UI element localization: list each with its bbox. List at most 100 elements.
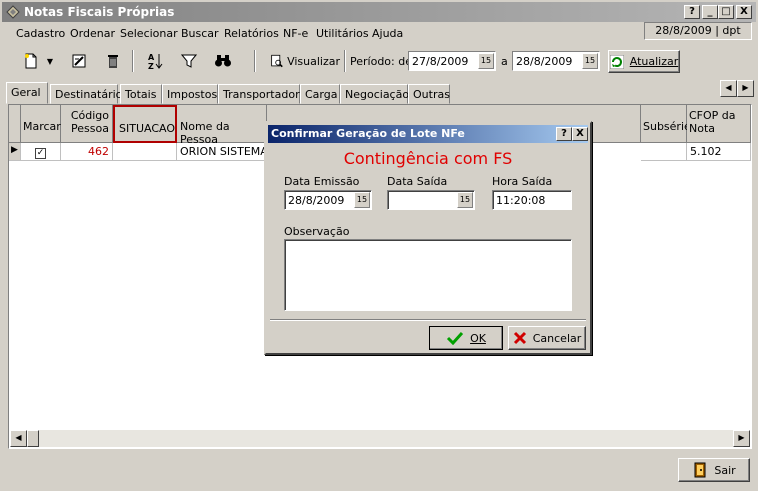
refresh-icon [609,54,624,69]
date-from-value: 27/8/2009 [412,55,469,68]
cancelar-label: Cancelar [532,331,582,345]
header-subserie[interactable]: Subsérie [641,105,691,143]
header-cfop[interactable]: CFOP da Nota [687,105,751,143]
menubar: Cadastro Ordenar Selecionar Buscar Relat… [2,24,756,44]
dialog-title: Confirmar Geração de Lote NFe [271,127,465,140]
tab-outras[interactable]: Outras [408,84,450,104]
exit-door-icon [694,462,706,478]
table-cell-nome[interactable]: ORION SISTEMAS [177,143,267,161]
horizontal-scrollbar[interactable]: ◀ ▶ [10,430,750,447]
sair-label: Sair [714,463,736,477]
row-checkbox[interactable]: ✓ [35,148,46,159]
new-dropdown-icon[interactable]: ▼ [44,50,56,72]
header-codigo-line1: Código [70,109,109,122]
table-cell-subserie[interactable] [641,143,687,161]
toolbar: ▼ AZ Visualizar Período: de 27/8/2009 15… [2,46,756,76]
tab-geral[interactable]: Geral [6,82,48,104]
data-emissao-label: Data Emissão [284,175,360,188]
tab-negociacao[interactable]: Negociação [340,84,409,104]
window-title: Notas Fiscais Próprias [24,5,175,19]
row-pointer-icon: ▶ [9,143,21,161]
visualizar-button[interactable]: Visualizar [270,50,340,72]
hora-saida-label: Hora Saída [492,175,553,188]
menu-utilitarios[interactable]: Utilitários [316,27,369,40]
data-emissao-value: 28/8/2009 [288,194,345,207]
observacao-textarea[interactable] [284,239,572,311]
menu-selecionar[interactable]: Selecionar [120,27,178,40]
scroll-left-icon[interactable]: ◀ [10,430,27,447]
hora-saida-field[interactable]: 11:20:08 [492,190,572,210]
table-cell-cfop[interactable]: 5.102 [687,143,751,161]
tab-scroll-left-icon[interactable]: ◀ [720,80,737,97]
calendar-icon[interactable]: 15 [582,53,598,69]
header-cfop-line1: CFOP da [689,109,736,122]
window-titlebar: Notas Fiscais Próprias ? _ □ X [2,2,756,22]
menu-ordenar[interactable]: Ordenar [70,27,115,40]
header-situacao[interactable]: SITUACAO [113,105,177,143]
scroll-thumb[interactable] [27,430,39,447]
date-to-field[interactable]: 28/8/2009 15 [512,51,600,71]
date-from-field[interactable]: 27/8/2009 15 [408,51,496,71]
ok-button[interactable]: OK [429,326,503,350]
calendar-icon[interactable]: 15 [354,192,370,208]
menu-relatorios[interactable]: Relatórios [224,27,279,40]
data-saida-label: Data Saída [387,175,448,188]
header-cfop-line2: Nota [689,122,716,135]
observacao-label: Observação [284,225,350,238]
cancelar-button[interactable]: Cancelar [508,326,586,350]
close-button[interactable]: X [736,5,752,19]
svg-text:Z: Z [148,62,154,70]
atualizar-label: Atualizar [629,55,679,68]
check-icon [447,331,464,345]
tab-totais[interactable]: Totais [120,84,162,104]
app-icon [6,5,20,19]
table-cell-situacao[interactable] [113,143,177,161]
header-codigo-line2: Pessoa [71,122,109,135]
minimize-button[interactable]: _ [702,5,718,19]
toolbar-separator [344,50,346,72]
status-date: 28/8/2009 | dpt [644,22,752,40]
header-nome-pessoa[interactable]: Nome da Pessoa [177,105,267,146]
table-cell-codigo[interactable]: 462 [61,143,113,161]
maximize-button[interactable]: □ [718,5,734,19]
table-row-marcar[interactable]: ✓ [21,143,61,161]
print-preview-icon [271,54,283,68]
menu-nfe[interactable]: NF-e [283,27,308,40]
hora-saida-value: 11:20:08 [496,194,546,207]
sort-az-icon[interactable]: AZ [144,50,166,72]
dialog-titlebar: Confirmar Geração de Lote NFe ? X [268,125,588,143]
header-marcar[interactable]: Marcar [21,105,61,143]
tab-carga[interactable]: Carga [300,84,340,104]
menu-cadastro[interactable]: Cadastro [16,27,65,40]
cancel-x-icon [513,331,526,345]
binoculars-icon[interactable] [212,50,234,72]
dialog-divider [270,319,586,321]
calendar-icon[interactable]: 15 [478,53,494,69]
tab-impostos[interactable]: Impostos [162,84,218,104]
atualizar-button[interactable]: Atualizar [608,50,680,73]
menu-buscar[interactable]: Buscar [181,27,219,40]
new-icon[interactable] [20,50,42,72]
toolbar-separator [254,50,256,72]
delete-icon[interactable] [102,50,124,72]
visualizar-label: Visualizar [287,54,340,68]
edit-icon[interactable] [68,50,90,72]
calendar-icon[interactable]: 15 [457,192,473,208]
dialog-help-button[interactable]: ? [556,127,572,141]
header-codigo-pessoa[interactable]: Código Pessoa [61,105,113,143]
a-label: a [501,55,508,68]
tab-transportador[interactable]: Transportador [218,84,300,104]
tab-destinatario[interactable]: Destinatário [50,84,122,104]
dialog-heading: Contingência com FS [343,149,513,168]
filter-icon[interactable] [178,50,200,72]
scroll-right-icon[interactable]: ▶ [733,430,750,447]
tab-scroll-right-icon[interactable]: ▶ [737,80,754,97]
periodo-label: Período: de [350,55,412,68]
confirm-dialog: Confirmar Geração de Lote NFe ? X Contin… [264,121,592,355]
sair-button[interactable]: Sair [678,458,750,482]
data-saida-field[interactable]: 15 [387,190,475,210]
dialog-close-button[interactable]: X [572,127,588,141]
menu-ajuda[interactable]: Ajuda [372,27,403,40]
help-button[interactable]: ? [684,5,700,19]
data-emissao-field[interactable]: 28/8/2009 15 [284,190,372,210]
